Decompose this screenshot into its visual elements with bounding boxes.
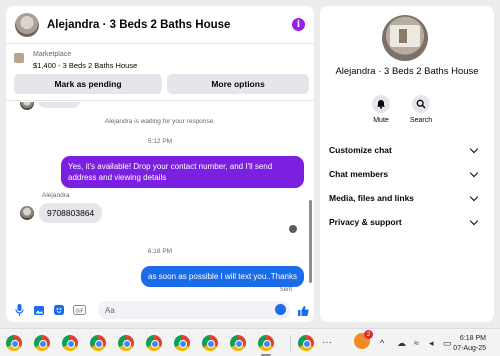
clock-date: 07-Aug-25 [453, 345, 486, 352]
listing-thumbnail [14, 53, 24, 63]
chevron-up-icon[interactable]: ^ [380, 338, 384, 348]
info-icon[interactable]: i [292, 18, 305, 31]
mute-action[interactable]: Mute [369, 95, 393, 124]
bell-icon[interactable] [372, 95, 390, 113]
timestamp: 5:12 PM [147, 138, 173, 145]
contact-avatar[interactable] [15, 12, 39, 37]
message-bubble-outgoing[interactable]: Yes, it's available! Drop your contact n… [61, 156, 304, 188]
chat-panel: Alejandra · 3 Beds 2 Baths House i Marke… [6, 6, 314, 322]
marketplace-label: Marketplace [33, 51, 72, 58]
section-privacy-support[interactable]: Privacy & support [329, 215, 479, 229]
search-label: Search [409, 117, 433, 124]
chrome-icon[interactable] [298, 335, 314, 351]
message-input[interactable]: Aa [98, 301, 290, 319]
chrome-icon[interactable] [174, 335, 190, 351]
more-icon[interactable]: ··· [322, 337, 332, 348]
chrome-icon[interactable] [146, 335, 162, 351]
chevron-down-icon [469, 168, 479, 177]
svg-text:GIF: GIF [75, 308, 83, 314]
section-label: Customize chat [329, 145, 392, 155]
message-status: Sent [279, 287, 292, 293]
clock[interactable]: 6:18 PM 07-Aug-25 [453, 334, 486, 354]
section-customize-chat[interactable]: Customize chat [329, 143, 479, 157]
chrome-icon[interactable] [90, 335, 106, 351]
section-label: Privacy & support [329, 217, 402, 227]
chrome-icon[interactable] [202, 335, 218, 351]
message-bubble-outgoing[interactable]: as soon as possible I will text you..Tha… [141, 266, 304, 287]
chrome-icon[interactable] [258, 335, 274, 351]
message-bubble-incoming [38, 102, 80, 108]
section-label: Chat members [329, 169, 389, 179]
clock-time: 6:18 PM [459, 335, 486, 342]
mark-as-pending-button[interactable]: Mark as pending [14, 74, 162, 94]
chrome-icon[interactable] [118, 335, 134, 351]
details-name: Alejandra · 3 Beds 2 Baths House [335, 66, 479, 77]
system-message: Alejandra is waiting for your response. [104, 118, 216, 125]
message-list: Alejandra is waiting for your response. … [6, 102, 314, 294]
chat-title[interactable]: Alejandra · 3 Beds 2 Baths House [47, 19, 292, 31]
scrollbar-thumb[interactable] [309, 200, 312, 283]
volume-icon[interactable]: ◂ [429, 338, 434, 349]
gif-icon[interactable]: GIF [72, 303, 86, 317]
emoji-icon[interactable] [275, 304, 286, 315]
sender-name: Alejandra [42, 192, 70, 199]
details-panel: Alejandra · 3 Beds 2 Baths House Mute Se… [320, 6, 494, 322]
chat-header: Alejandra · 3 Beds 2 Baths House i [6, 6, 314, 44]
section-media-files-links[interactable]: Media, files and links [329, 191, 479, 205]
listing-title[interactable]: $1,400 - 3 Beds 2 Baths House [33, 61, 137, 70]
microphone-icon[interactable] [12, 303, 26, 317]
contact-avatar-small [20, 102, 34, 110]
sticker-icon[interactable] [52, 303, 66, 317]
mute-label: Mute [373, 117, 389, 124]
contact-avatar-small[interactable] [20, 206, 34, 220]
section-label: Media, files and links [329, 193, 415, 203]
composer: GIF Aa [6, 298, 314, 322]
taskbar: ··· 2 ^ ☁ ≈ ◂ ▭ 6:18 PM 07-Aug-25 [0, 328, 500, 356]
cloud-icon[interactable]: ☁ [397, 338, 406, 349]
message-bubble-incoming[interactable]: 9708803864 [39, 203, 103, 223]
chrome-icon[interactable] [230, 335, 246, 351]
seen-avatar [289, 225, 297, 233]
timestamp: 6:18 PM [147, 248, 173, 255]
chrome-icon[interactable] [6, 335, 22, 351]
chevron-down-icon [469, 192, 479, 201]
scrollbar[interactable] [308, 102, 313, 294]
chevron-down-icon [469, 216, 479, 225]
photo-icon[interactable] [32, 303, 46, 317]
search-action[interactable]: Search [409, 95, 433, 124]
wifi-icon[interactable]: ≈ [414, 338, 419, 348]
taskbar-divider [290, 335, 291, 351]
marketplace-card: Marketplace $1,400 - 3 Beds 2 Baths Hous… [6, 45, 314, 101]
section-chat-members[interactable]: Chat members [329, 167, 479, 181]
more-options-button[interactable]: More options [167, 74, 309, 94]
thumbs-up-icon[interactable] [297, 304, 309, 322]
battery-icon[interactable]: ▭ [443, 338, 452, 349]
contact-avatar-large[interactable] [382, 15, 428, 61]
chrome-icon[interactable] [62, 335, 78, 351]
chrome-icon[interactable] [34, 335, 50, 351]
notification-count: 2 [364, 330, 373, 339]
chevron-down-icon [469, 144, 479, 153]
notification-app-icon[interactable]: 2 [354, 330, 373, 349]
search-icon[interactable] [412, 95, 430, 113]
message-input-placeholder: Aa [105, 305, 115, 315]
